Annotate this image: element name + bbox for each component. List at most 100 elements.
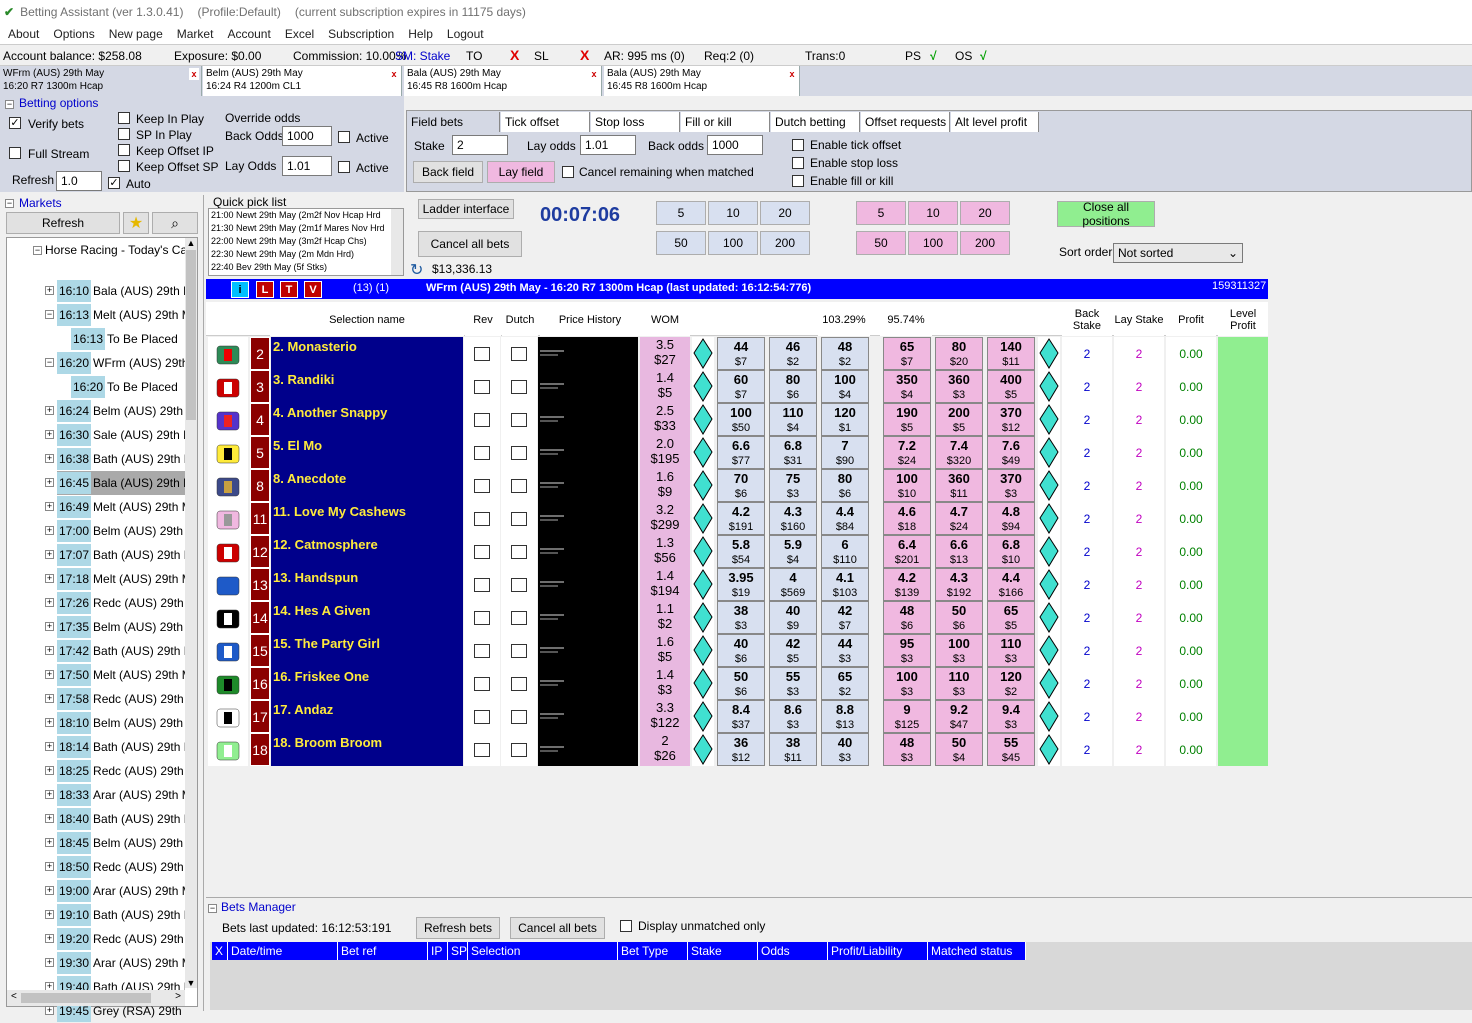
sort-order-select[interactable]: Not sorted ⌄: [1113, 243, 1243, 263]
bets-col-x[interactable]: X: [212, 942, 228, 960]
lay-arrow-icon[interactable]: [1038, 634, 1060, 667]
dutch-checkbox[interactable]: [511, 577, 527, 592]
refresh-balance-icon[interactable]: ↻: [410, 260, 423, 280]
back-price-2[interactable]: 38 $11: [769, 733, 817, 766]
rev-checkbox[interactable]: [474, 709, 490, 724]
lay-arrow-icon[interactable]: [1038, 403, 1060, 436]
back-arrow-icon[interactable]: [692, 733, 714, 766]
tab-stop-loss[interactable]: Stop loss: [591, 112, 680, 132]
back-price-2[interactable]: 4.3 $160: [769, 502, 817, 535]
lay-price-3[interactable]: 120 $2: [987, 667, 1035, 700]
lay-price-3[interactable]: 370 $3: [987, 469, 1035, 502]
market-item[interactable]: 16:20WFrm (AUS) 29th May: [57, 351, 185, 375]
back-arrow-icon[interactable]: [692, 535, 714, 568]
dutch-checkbox-cell[interactable]: [501, 667, 537, 700]
expand-icon[interactable]: +: [45, 814, 54, 823]
back-price-3[interactable]: 4.2 $191: [717, 502, 765, 535]
back-stake-cell[interactable]: 2: [1062, 370, 1112, 403]
market-item[interactable]: 18:25Redc (AUS) 29th May: [57, 759, 185, 783]
market-item[interactable]: 18:33Arar (AUS) 29th May: [57, 783, 185, 807]
runner-name[interactable]: 2. Monasterio: [271, 337, 463, 370]
rev-checkbox[interactable]: [474, 346, 490, 361]
lay-stake-cell[interactable]: 2: [1114, 436, 1164, 469]
rev-checkbox[interactable]: [474, 544, 490, 559]
back-price-1[interactable]: 48 $2: [821, 337, 869, 370]
bets-col-date-time[interactable]: Date/time: [228, 942, 338, 960]
bets-col-sp[interactable]: SP: [448, 942, 468, 960]
lay-price-2[interactable]: 50 $4: [935, 733, 983, 766]
back-price-1[interactable]: 80 $6: [821, 469, 869, 502]
level-profit-cell[interactable]: [1218, 436, 1268, 469]
lay-field-button[interactable]: Lay field: [487, 161, 555, 183]
expand-icon[interactable]: +: [45, 670, 54, 679]
expand-icon[interactable]: +: [45, 694, 54, 703]
lay-price-1[interactable]: 100 $10: [883, 469, 931, 502]
lay-arrow-icon[interactable]: [1038, 535, 1060, 568]
lay-price-3[interactable]: 6.8 $10: [987, 535, 1035, 568]
lay-stake-cell[interactable]: 2: [1114, 469, 1164, 502]
tab-dutch-betting[interactable]: Dutch betting: [771, 112, 860, 132]
lay-price-3[interactable]: 4.8 $94: [987, 502, 1035, 535]
expand-icon[interactable]: +: [45, 862, 54, 871]
back-price-3[interactable]: 36 $12: [717, 733, 765, 766]
dutch-checkbox[interactable]: [511, 742, 527, 757]
menu-market[interactable]: Market: [177, 27, 214, 41]
lay-stake-cell[interactable]: 2: [1114, 700, 1164, 733]
lay-stake-cell[interactable]: 2: [1114, 370, 1164, 403]
lay-price-2[interactable]: 4.3 $192: [935, 568, 983, 601]
runner-name[interactable]: 11. Love My Cashews: [271, 502, 463, 535]
bets-col-profit-liability[interactable]: Profit/Liability: [828, 942, 928, 960]
rev-checkbox-cell[interactable]: [464, 634, 500, 667]
expand-icon[interactable]: +: [45, 574, 54, 583]
lay-price-3[interactable]: 9.4 $3: [987, 700, 1035, 733]
runner-name[interactable]: 3. Randiki: [271, 370, 463, 403]
back-price-1[interactable]: 44 $3: [821, 634, 869, 667]
back-arrow-icon[interactable]: [692, 568, 714, 601]
close-tab-icon[interactable]: x: [189, 68, 199, 80]
back-arrow-icon[interactable]: [692, 436, 714, 469]
market-item[interactable]: 17:07Bath (AUS) 29th May: [57, 543, 185, 567]
lay-price-3[interactable]: 110 $3: [987, 634, 1035, 667]
market-item[interactable]: 18:45Belm (AUS) 29th May: [57, 831, 185, 855]
dutch-checkbox[interactable]: [511, 676, 527, 691]
lay-price-2[interactable]: 360 $3: [935, 370, 983, 403]
field-lay-odds-input[interactable]: 1.01: [580, 135, 636, 155]
dutch-checkbox-cell[interactable]: [501, 700, 537, 733]
menu-new-page[interactable]: New page: [109, 27, 163, 41]
lay-arrow-icon[interactable]: [1038, 469, 1060, 502]
lay-stake-cell[interactable]: 2: [1114, 634, 1164, 667]
lay-price-1[interactable]: 48 $6: [883, 601, 931, 634]
rev-checkbox-cell[interactable]: [464, 535, 500, 568]
rev-checkbox[interactable]: [474, 610, 490, 625]
cancel-remaining-checkbox[interactable]: [562, 166, 574, 178]
runner-name[interactable]: 4. Another Snappy: [271, 403, 463, 436]
market-item[interactable]: 19:30Arar (AUS) 29th May: [57, 951, 185, 975]
market-item[interactable]: 17:50Melt (AUS) 29th May: [57, 663, 185, 687]
market-item[interactable]: 16:20 To Be Placed: [71, 375, 183, 399]
menu-help[interactable]: Help: [408, 27, 433, 41]
lay-price-3[interactable]: 140 $11: [987, 337, 1035, 370]
lay-stake-cell[interactable]: 2: [1114, 601, 1164, 634]
ladder-interface-button[interactable]: Ladder interface: [418, 199, 514, 219]
lay-price-1[interactable]: 4.6 $18: [883, 502, 931, 535]
dutch-checkbox[interactable]: [511, 412, 527, 427]
lay-stake-preset-button[interactable]: 50: [856, 231, 906, 255]
dutch-checkbox[interactable]: [511, 445, 527, 460]
lay-price-1[interactable]: 350 $4: [883, 370, 931, 403]
back-price-1[interactable]: 100 $4: [821, 370, 869, 403]
lay-price-2[interactable]: 9.2 $47: [935, 700, 983, 733]
search-icon[interactable]: ⌕: [152, 212, 198, 234]
back-price-2[interactable]: 42 $5: [769, 634, 817, 667]
expand-icon[interactable]: +: [45, 1006, 54, 1015]
bets-cancel-all-button[interactable]: Cancel all bets: [510, 917, 605, 939]
auto-checkbox[interactable]: ✓: [108, 177, 120, 189]
market-item[interactable]: 16:45Bala (AUS) 29th May: [57, 471, 185, 495]
market-item[interactable]: 17:18Melt (AUS) 29th May: [57, 567, 185, 591]
close-tab-icon[interactable]: x: [389, 68, 399, 80]
dutch-checkbox[interactable]: [511, 478, 527, 493]
quick-pick-item[interactable]: 21:00 Newt 29th May (2m2f Nov Hcap Hrd: [211, 209, 403, 222]
lay-arrow-icon[interactable]: [1038, 667, 1060, 700]
expand-icon[interactable]: −: [45, 358, 54, 367]
back-field-button[interactable]: Back field: [413, 161, 483, 183]
lay-stake-preset-button[interactable]: 5: [856, 201, 906, 225]
